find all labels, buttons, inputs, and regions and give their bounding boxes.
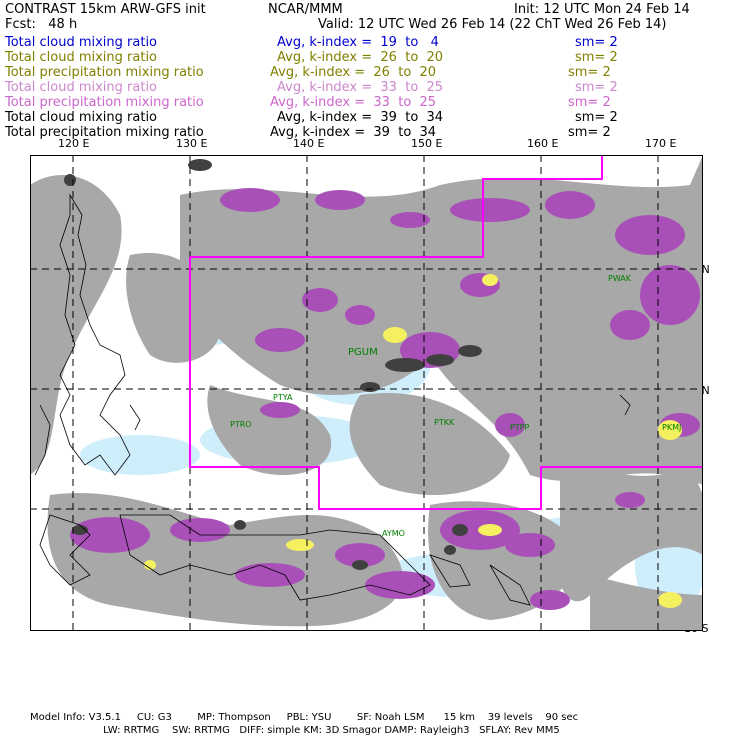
field-name: Total precipitation mixing ratio [5,95,204,110]
field-avg: Avg, k-index = 26 to 20 [270,65,437,80]
field-name: Total cloud mixing ratio [5,50,158,65]
init-time: Init: 12 UTC Mon 24 Feb 14 [514,2,690,17]
field-sm: sm= 2 [575,50,618,65]
field-avg: Avg, k-index = 33 to 25 [270,95,437,110]
model-title: CONTRAST 15km ARW-GFS init [5,2,206,17]
field-row: Total precipitation mixing ratio Avg, k-… [5,65,735,80]
lon-label: 140 E [293,137,325,150]
field-row: Total precipitation mixing ratio Avg, k-… [5,95,735,110]
field-row: Total cloud mixing ratio Avg, k-index = … [5,35,735,50]
field-sm: sm= 2 [568,95,611,110]
field-row: Total cloud mixing ratio Avg, k-index = … [5,80,735,95]
station-label: PTKK [434,418,455,427]
field-avg: Avg, k-index = 39 to 34 [277,110,444,125]
field-row: Total cloud mixing ratio Avg, k-index = … [5,50,735,65]
station-label: PTPP [510,423,530,432]
forecast-map: PWAK PGUM PTYA PTRO PTKK PTPP PKMJ AYMO [30,155,703,631]
field-name: Total cloud mixing ratio [5,80,158,95]
lon-label: 170 E [645,137,677,150]
field-name: Total cloud mixing ratio [5,35,158,50]
field-avg: Avg, k-index = 19 to 4 [277,35,439,50]
valid-time: Valid: 12 UTC Wed 26 Feb 14 (22 ChT Wed … [318,17,667,32]
field-row: Total precipitation mixing ratio Avg, k-… [5,125,735,140]
lon-label: 130 E [176,137,208,150]
field-sm: sm= 2 [568,125,611,140]
station-label: PTYA [273,393,293,402]
field-sm: sm= 2 [575,80,618,95]
station-label: PKMJ [662,423,681,432]
field-name: Total precipitation mixing ratio [5,125,204,140]
model-info-line1: Model Info: V3.5.1 CU: G3 MP: Thompson P… [30,712,579,723]
station-label: PGUM [348,347,378,358]
field-sm: sm= 2 [575,110,618,125]
station-label: AYMO [382,529,405,538]
station-label: PWAK [608,274,632,283]
lon-label: 150 E [411,137,443,150]
field-name: Total cloud mixing ratio [5,110,158,125]
lon-label: 160 E [527,137,559,150]
field-row: Total cloud mixing ratio Avg, k-index = … [5,110,735,125]
forecast-hour: Fcst: 48 h [5,17,78,32]
field-avg: Avg, k-index = 33 to 25 [277,80,444,95]
station-label: PTRO [230,420,252,429]
field-name: Total precipitation mixing ratio [5,65,204,80]
org-label: NCAR/MMM [268,2,343,17]
field-avg: Avg, k-index = 26 to 20 [277,50,444,65]
field-sm: sm= 2 [575,35,618,50]
field-sm: sm= 2 [568,65,611,80]
model-info-line2: LW: RRTMG SW: RRTMG DIFF: simple KM: 3D … [30,725,560,736]
lon-label: 120 E [58,137,90,150]
